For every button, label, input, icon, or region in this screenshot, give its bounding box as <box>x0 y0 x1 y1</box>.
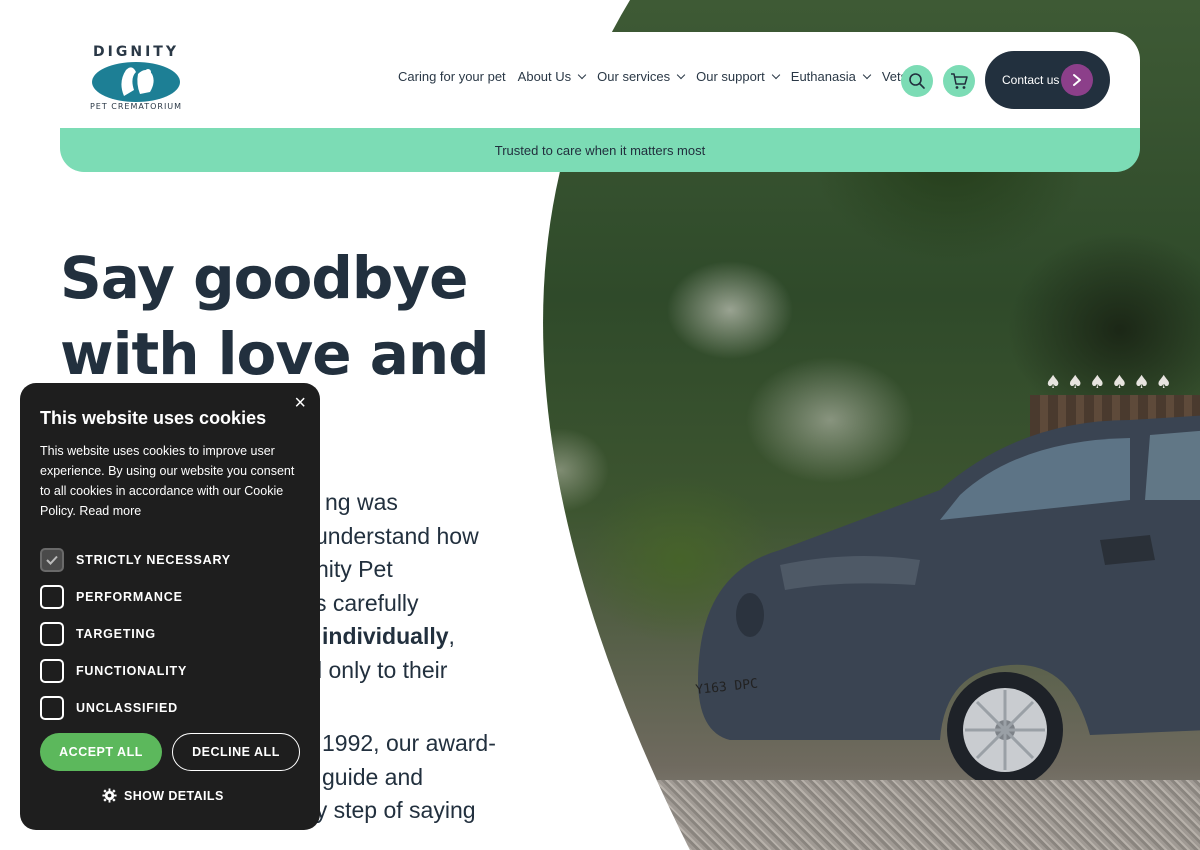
gear-icon <box>102 788 117 803</box>
van-image: Y163 DPC <box>690 400 1200 780</box>
option-strictly-necessary[interactable]: STRICTLY NECESSARY <box>40 541 231 578</box>
nav-label: About Us <box>517 69 572 84</box>
nav-euthanasia[interactable]: Euthanasia <box>790 69 872 84</box>
option-targeting[interactable]: TARGETING <box>40 615 231 652</box>
chevron-down-icon <box>862 70 872 80</box>
checkbox-checked[interactable] <box>40 547 64 572</box>
nav-caring-for-your-pet[interactable]: Caring for your pet <box>398 69 506 84</box>
option-performance[interactable]: PERFORMANCE <box>40 578 231 615</box>
chevron-down-icon <box>676 70 686 80</box>
accept-all-button[interactable]: ACCEPT ALL <box>40 733 162 771</box>
search-button[interactable] <box>901 65 933 97</box>
option-label: TARGETING <box>76 626 156 641</box>
option-label: UNCLASSIFIED <box>76 700 178 715</box>
contact-us-button[interactable]: Contact us <box>985 51 1110 109</box>
cookie-title: This website uses cookies <box>40 408 267 428</box>
option-label: FUNCTIONALITY <box>76 663 188 678</box>
option-unclassified[interactable]: UNCLASSIFIED <box>40 689 231 726</box>
page: ♠♠♠♠♠♠ Y163 DPC DIGNITY PET CREMATORIUM … <box>0 0 1200 850</box>
hero-title-line-2: with love and <box>60 320 490 388</box>
logo-emblem-icon <box>92 62 180 102</box>
checkmark-icon <box>46 555 58 565</box>
trust-banner: Trusted to care when it matters most <box>60 128 1140 172</box>
gravel <box>500 780 1200 850</box>
nav-about-us[interactable]: About Us <box>517 69 587 84</box>
checkbox[interactable] <box>40 621 64 646</box>
site-header: DIGNITY PET CREMATORIUM Caring for your … <box>60 32 1140 128</box>
read-more-link[interactable]: Read more <box>79 504 141 518</box>
chevron-down-icon <box>771 70 781 80</box>
nav-our-services[interactable]: Our services <box>597 69 686 84</box>
chevron-down-icon <box>577 70 587 80</box>
option-label: PERFORMANCE <box>76 589 183 604</box>
logo-wordmark: DIGNITY <box>93 44 179 60</box>
cookie-description: This website uses cookies to improve use… <box>40 441 305 521</box>
checkbox[interactable] <box>40 658 64 683</box>
nav-label: Our services <box>597 69 671 84</box>
decline-all-button[interactable]: DECLINE ALL <box>172 733 300 771</box>
hero-title-line-1: Say goodbye <box>60 244 469 312</box>
contact-us-label: Contact us <box>1002 73 1060 87</box>
chevron-right-icon <box>1061 64 1093 96</box>
close-icon[interactable]: × <box>294 392 306 414</box>
body-emphasis: individually <box>322 623 449 649</box>
nav-our-support[interactable]: Our support <box>696 69 781 84</box>
show-details-button[interactable]: SHOW DETAILS <box>102 788 224 803</box>
site-logo[interactable]: DIGNITY PET CREMATORIUM <box>88 44 184 120</box>
show-details-label: SHOW DETAILS <box>124 788 224 803</box>
checkbox[interactable] <box>40 584 64 609</box>
cart-button[interactable] <box>943 65 975 97</box>
banner-text: Trusted to care when it matters most <box>494 142 706 158</box>
search-icon <box>909 73 925 89</box>
main-nav: Caring for your pet About Us Our service… <box>398 69 923 84</box>
cookie-options: STRICTLY NECESSARY PERFORMANCE TARGETING… <box>40 541 231 726</box>
hero-title: Say goodbye with love and <box>60 240 520 392</box>
option-functionality[interactable]: FUNCTIONALITY <box>40 652 231 689</box>
nav-label: Caring for your pet <box>398 69 506 84</box>
cookie-dialog: × This website uses cookies This website… <box>20 383 320 830</box>
cart-icon <box>951 73 968 89</box>
option-label: STRICTLY NECESSARY <box>76 552 231 567</box>
checkbox[interactable] <box>40 695 64 720</box>
logo-subtitle: PET CREMATORIUM <box>89 102 183 111</box>
nav-label: Our support <box>696 69 765 84</box>
nav-label: Euthanasia <box>790 69 856 84</box>
fence-spikes: ♠♠♠♠♠♠ <box>1045 372 1178 393</box>
